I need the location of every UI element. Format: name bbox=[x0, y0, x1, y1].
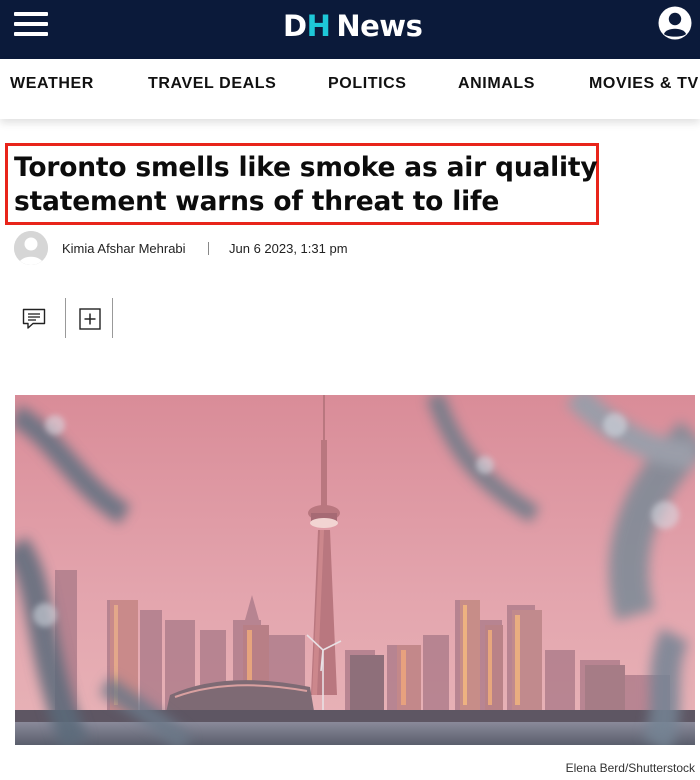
publish-date: Jun 6 2023, 1:31 pm bbox=[229, 241, 348, 256]
category-nav: WEATHER TRAVEL DEALS POLITICS ANIMALS MO… bbox=[0, 59, 700, 119]
site-logo[interactable]: D H News bbox=[283, 6, 423, 46]
default-avatar-icon bbox=[14, 231, 48, 265]
nav-item-politics[interactable]: POLITICS bbox=[328, 75, 407, 93]
author-name[interactable]: Kimia Afshar Mehrabi bbox=[62, 241, 186, 256]
nav-item-travel-deals[interactable]: TRAVEL DEALS bbox=[148, 75, 276, 93]
article-headline: Toronto smells like smoke as air quality… bbox=[14, 152, 598, 217]
comment-icon[interactable] bbox=[22, 308, 46, 330]
add-to-list-icon[interactable] bbox=[79, 308, 101, 330]
byline-divider bbox=[208, 242, 209, 255]
nav-item-weather[interactable]: WEATHER bbox=[10, 75, 94, 93]
article-hero-image[interactable] bbox=[15, 395, 695, 745]
top-bar: D H News bbox=[0, 0, 700, 59]
nav-item-movies-tv[interactable]: MOVIES & TV bbox=[589, 75, 699, 93]
action-divider bbox=[65, 298, 66, 338]
image-credit: Elena Berd/Shutterstock bbox=[565, 761, 695, 775]
action-divider bbox=[112, 298, 113, 338]
hamburger-menu-icon[interactable] bbox=[14, 10, 48, 40]
toronto-skyline-illustration bbox=[15, 395, 695, 745]
nav-item-animals[interactable]: ANIMALS bbox=[458, 75, 535, 93]
account-circle-icon[interactable] bbox=[658, 6, 692, 40]
author-avatar[interactable] bbox=[14, 231, 48, 265]
